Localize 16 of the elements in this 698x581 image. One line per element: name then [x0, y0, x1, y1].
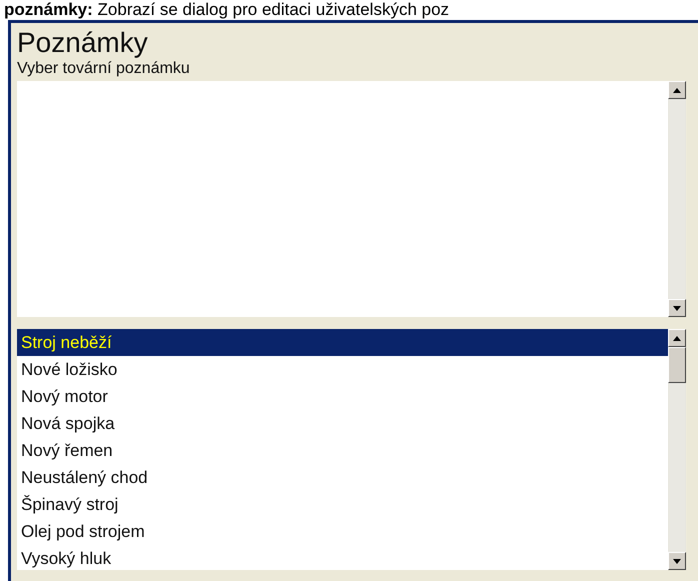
scroll-thumb[interactable] [668, 347, 686, 383]
scrollbar[interactable] [668, 81, 686, 317]
down-arrow-icon [673, 306, 681, 310]
scrollbar[interactable] [668, 329, 686, 570]
up-arrow-icon [673, 336, 681, 340]
caption-text: poznámky: Zobrazí se dialog pro editaci uživatelských poz [3, 0, 450, 20]
scroll-down-button[interactable] [668, 552, 686, 570]
up-arrow-icon [673, 88, 681, 92]
down-arrow-icon [673, 558, 681, 564]
scroll-up-button[interactable] [668, 81, 686, 99]
note-text-field[interactable] [17, 81, 668, 317]
scroll-up-button[interactable] [668, 329, 686, 347]
dialog-title: Poznámky [17, 27, 148, 59]
scroll-down-button[interactable] [668, 299, 686, 317]
list-item[interactable]: Stroj neběží [17, 329, 668, 356]
dialog-subtitle: Vyber tovární poznámku [17, 59, 190, 79]
